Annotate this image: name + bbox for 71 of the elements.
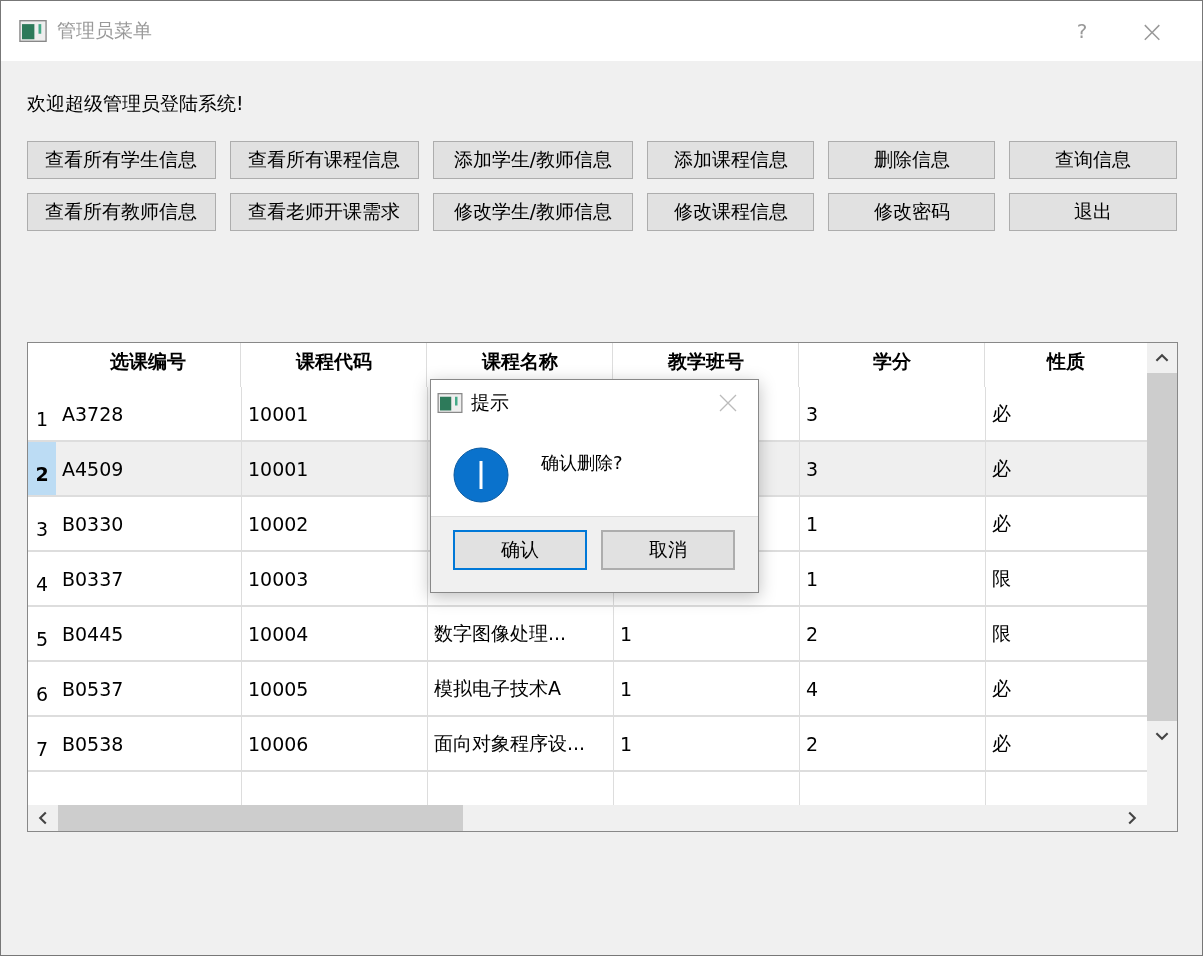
table-cell-text: 限 bbox=[991, 565, 1012, 591]
row-header[interactable]: 2 bbox=[28, 442, 56, 495]
table-cell: 面向对象程序设... bbox=[428, 717, 614, 770]
dialog-title: 提示 bbox=[471, 389, 509, 415]
row-header[interactable]: 4 bbox=[28, 552, 56, 605]
table-cell: 数字图像处理... bbox=[428, 607, 614, 660]
table-cell: 3 bbox=[800, 387, 986, 440]
table-cell: B0445 bbox=[56, 607, 242, 660]
table-cell: B0337 bbox=[56, 552, 242, 605]
table-cell: 4 bbox=[800, 662, 986, 715]
scrollbar-thumb[interactable] bbox=[58, 805, 463, 831]
table-cell: 1 bbox=[614, 662, 800, 715]
table-cell: 1 bbox=[800, 497, 986, 550]
table-cell: 10006 bbox=[242, 717, 428, 770]
table-cell: 10001 bbox=[242, 387, 428, 440]
table-cell: 1 bbox=[614, 607, 800, 660]
menu-button[interactable]: 删除信息 bbox=[828, 141, 996, 179]
cancel-button[interactable]: 取消 bbox=[601, 530, 735, 570]
table-cell-text: 限 bbox=[991, 620, 1012, 646]
table-cell: A4509 bbox=[56, 442, 242, 495]
table-cell: B0330 bbox=[56, 497, 242, 550]
info-icon bbox=[453, 447, 509, 503]
menu-button[interactable]: 查看老师开课需求 bbox=[229, 193, 419, 231]
column-header[interactable]: 选课编号 bbox=[55, 343, 241, 387]
app-icon bbox=[19, 20, 47, 42]
table-cell: 2 bbox=[800, 717, 986, 770]
menu-button[interactable]: 查询信息 bbox=[1009, 141, 1177, 179]
table-cell: 3 bbox=[800, 442, 986, 495]
menu-button[interactable]: 修改密码 bbox=[828, 193, 996, 231]
menu-button[interactable]: 查看所有课程信息 bbox=[229, 141, 419, 179]
dialog-message: 确认删除? bbox=[541, 451, 623, 475]
table-cell: 2 bbox=[800, 607, 986, 660]
menu-button[interactable]: 查看所有学生信息 bbox=[27, 141, 216, 179]
table-cell-text: 必 bbox=[991, 675, 1012, 701]
table-cell: 1 bbox=[614, 717, 800, 770]
table-cell: B0537 bbox=[56, 662, 242, 715]
menu-button[interactable]: 添加学生/教师信息 bbox=[432, 141, 634, 179]
table-cell: 10003 bbox=[242, 552, 428, 605]
table-cell: 10001 bbox=[242, 442, 428, 495]
menu-button[interactable]: 查看所有教师信息 bbox=[27, 193, 216, 231]
column-header[interactable]: 性质 bbox=[985, 343, 1147, 387]
table-cell: 必 bbox=[986, 442, 1147, 495]
table-cell: 1 bbox=[800, 552, 986, 605]
scrollbar-thumb[interactable] bbox=[1147, 373, 1177, 721]
horizontal-scrollbar[interactable] bbox=[28, 805, 1147, 831]
row-header[interactable]: 5 bbox=[28, 607, 56, 660]
close-icon[interactable] bbox=[718, 392, 738, 413]
app-icon bbox=[437, 392, 463, 413]
row-header[interactable]: 1 bbox=[28, 387, 56, 440]
table-cell-text: 必 bbox=[991, 730, 1012, 756]
table-cell: 10004 bbox=[242, 607, 428, 660]
welcome-text: 欢迎超级管理员登陆系统! bbox=[27, 91, 245, 116]
row-header[interactable]: 7 bbox=[28, 717, 56, 770]
column-header[interactable]: 学分 bbox=[799, 343, 985, 387]
menu-button[interactable]: 添加课程信息 bbox=[647, 141, 815, 179]
row-header[interactable]: 3 bbox=[28, 497, 56, 550]
menu-button[interactable]: 退出 bbox=[1009, 193, 1177, 231]
table-cell: 10005 bbox=[242, 662, 428, 715]
table-cell-text: 必 bbox=[991, 510, 1012, 536]
table-cell: 模拟电子技术A bbox=[428, 662, 614, 715]
vertical-scrollbar[interactable] bbox=[1147, 343, 1177, 831]
menu-button[interactable]: 修改学生/教师信息 bbox=[432, 193, 634, 231]
column-header[interactable]: 课程代码 bbox=[241, 343, 427, 387]
table-cell: B0538 bbox=[56, 717, 242, 770]
window-title: 管理员菜单 bbox=[57, 18, 152, 43]
table-cell: 10002 bbox=[242, 497, 428, 550]
confirm-button[interactable]: 确认 bbox=[453, 530, 587, 570]
menu-button[interactable]: 修改课程信息 bbox=[647, 193, 815, 231]
table-cell-text: 必 bbox=[991, 400, 1012, 426]
table-cell: A3728 bbox=[56, 387, 242, 440]
row-header[interactable]: 6 bbox=[28, 662, 56, 715]
